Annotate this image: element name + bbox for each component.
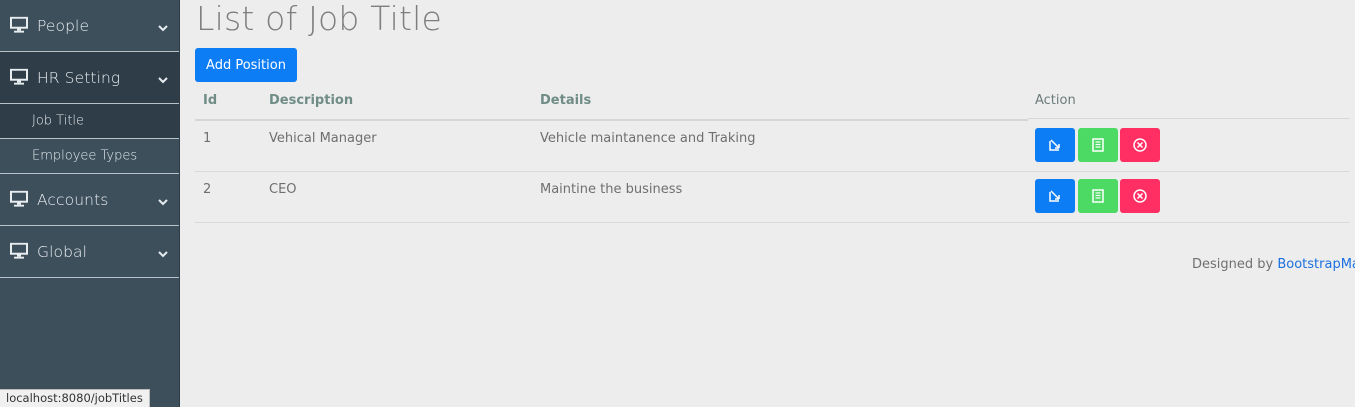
chevron-down-icon xyxy=(158,198,168,205)
edit-icon xyxy=(1049,139,1060,151)
monitor-icon xyxy=(10,68,28,85)
header-divider xyxy=(1028,118,1350,119)
sidebar-subitem-label: Job Title xyxy=(32,113,85,129)
cell-details: Vehicle maintanence and Traking xyxy=(540,131,756,146)
footer-link[interactable]: BootstrapMad xyxy=(1277,257,1355,272)
sidebar-item-people[interactable]: People xyxy=(0,0,179,52)
view-button[interactable] xyxy=(1078,179,1118,213)
column-header-action: Action xyxy=(1035,93,1076,108)
delete-button[interactable] xyxy=(1120,128,1160,162)
edit-button[interactable] xyxy=(1035,128,1075,162)
sidebar-item-label: Global xyxy=(37,242,88,261)
monitor-icon xyxy=(10,16,28,33)
page-title: List of Job Title xyxy=(196,0,442,38)
chevron-down-icon xyxy=(158,76,168,83)
chevron-down-icon xyxy=(158,24,168,31)
cell-description: CEO xyxy=(269,182,297,197)
footer-text: Designed by xyxy=(1192,257,1274,272)
column-header-details: Details xyxy=(540,93,592,108)
sidebar-subitem-label: Employee Types xyxy=(32,148,138,164)
edit-icon xyxy=(1049,190,1060,202)
column-header-id: Id xyxy=(203,93,218,108)
chevron-down-icon xyxy=(158,250,168,257)
sidebar-item-label: HR Setting xyxy=(37,68,121,87)
document-icon xyxy=(1092,138,1104,152)
main-content: List of Job Title Add Position Id Descri… xyxy=(180,0,1355,407)
sidebar-item-global[interactable]: Global xyxy=(0,226,179,278)
cell-description: Vehical Manager xyxy=(269,131,377,146)
sidebar-subitem-employee-types[interactable]: Employee Types xyxy=(0,139,179,174)
monitor-icon xyxy=(10,242,28,259)
cell-id: 1 xyxy=(203,131,212,146)
monitor-icon xyxy=(10,190,28,207)
sidebar: People HR Setting Job Title Employee Typ… xyxy=(0,0,180,407)
footer-credit: Designed by BootstrapMad xyxy=(1192,257,1355,272)
close-circle-icon xyxy=(1133,138,1147,152)
sidebar-item-accounts[interactable]: Accounts xyxy=(0,174,179,226)
sidebar-subitem-job-title[interactable]: Job Title xyxy=(0,104,179,139)
cell-id: 2 xyxy=(203,182,212,197)
sidebar-item-label: Accounts xyxy=(37,190,109,209)
delete-button[interactable] xyxy=(1120,179,1160,213)
document-icon xyxy=(1092,189,1104,203)
close-circle-icon xyxy=(1133,189,1147,203)
view-button[interactable] xyxy=(1078,128,1118,162)
table-row: 1 Vehical Manager Vehicle maintanence an… xyxy=(195,120,1350,172)
edit-button[interactable] xyxy=(1035,179,1075,213)
status-bar-url: localhost:8080/jobTitles xyxy=(0,389,150,407)
add-position-button[interactable]: Add Position xyxy=(195,48,297,82)
sidebar-item-hr-setting[interactable]: HR Setting xyxy=(0,52,179,104)
sidebar-item-label: People xyxy=(37,16,90,35)
column-header-description: Description xyxy=(269,93,354,108)
table-row: 2 CEO Maintine the business xyxy=(195,171,1350,223)
cell-details: Maintine the business xyxy=(540,182,683,197)
